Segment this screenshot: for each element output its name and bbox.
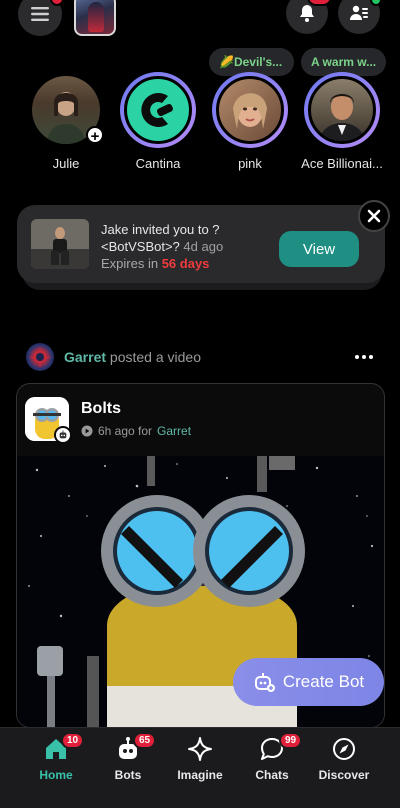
post-ago: 6h ago for — [98, 424, 153, 438]
more-options-icon[interactable] — [352, 347, 376, 367]
invite-bot-name: <BotVSBot>? — [101, 239, 180, 254]
story-preview-tip-1-text: Devil's... — [233, 55, 283, 69]
create-bot-label: Create Bot — [282, 672, 365, 691]
story-ace-billionaire[interactable]: Ace Billionai... — [301, 72, 383, 171]
bot-badge-icon — [54, 426, 72, 444]
menu-icon — [31, 7, 49, 21]
sparkle-icon — [188, 737, 212, 761]
recent-bot-thumbnail[interactable] — [74, 0, 116, 36]
nav-chats-label: Chats — [255, 768, 289, 782]
post-caption: Garret posted a video — [64, 349, 201, 365]
post-header: Garret posted a video — [26, 341, 376, 371]
invite-card[interactable]: Jake invited you to ? <BotVSBot>? 4d ago… — [17, 205, 385, 283]
invite-ago: 4d ago — [183, 239, 224, 254]
story-ring — [120, 72, 196, 148]
menu-button[interactable] — [18, 0, 64, 36]
story-ring — [212, 72, 288, 148]
nav-bots[interactable]: 65 Bots — [93, 732, 163, 782]
expires-value: 56 days — [161, 256, 210, 271]
invite-line-1: Jake invited you to ? — [101, 222, 220, 237]
nav-home[interactable]: 10 Home — [21, 732, 91, 782]
robot-plus-icon — [254, 673, 275, 692]
post-action: posted a video — [109, 349, 201, 365]
author-avatar[interactable] — [26, 343, 54, 371]
corn-emoji: 🌽 — [219, 55, 234, 69]
story-julie[interactable]: + Julie — [25, 72, 107, 171]
close-icon — [367, 209, 381, 223]
bottom-navigation: 10 Home 65 Bots Imagine 99 Chats Discove… — [0, 727, 400, 808]
cantina-logo — [124, 76, 192, 144]
story-ring: + — [28, 72, 104, 148]
story-ring — [304, 72, 380, 148]
contacts-button[interactable] — [338, 0, 382, 34]
invite-line-2: <BotVSBot>? 4d ago — [101, 238, 223, 255]
story-name: Cantina — [135, 156, 181, 171]
contacts-icon — [350, 5, 368, 20]
play-circle-icon — [81, 425, 93, 437]
post-for-user-link[interactable]: Garret — [157, 424, 191, 438]
close-invite-button[interactable] — [358, 200, 390, 232]
invite-line-3: Expires in 56 days — [101, 255, 223, 272]
nav-discover-label: Discover — [318, 768, 370, 782]
bell-icon — [300, 5, 314, 22]
invite-thumbnail — [31, 219, 89, 269]
expires-label: Expires in — [101, 256, 159, 271]
story-name: Julie — [52, 156, 80, 171]
nav-chats[interactable]: 99 Chats — [237, 732, 307, 782]
create-bot-button[interactable]: Create Bot — [233, 658, 384, 706]
avatar — [216, 76, 284, 144]
chats-badge: 99 — [279, 732, 303, 749]
online-status-dot — [370, 0, 382, 6]
nav-imagine-label: Imagine — [177, 768, 223, 782]
nav-bots-label: Bots — [114, 768, 142, 782]
view-button[interactable]: View — [279, 231, 359, 267]
nav-imagine[interactable]: Imagine — [165, 736, 235, 782]
nav-discover[interactable]: Discover — [309, 736, 379, 782]
compass-icon — [333, 738, 355, 760]
bot-name[interactable]: Bolts — [81, 400, 121, 418]
invite-text: Jake invited you to ? <BotVSBot>? 4d ago… — [101, 221, 223, 272]
post-meta: 6h ago for Garret — [81, 424, 191, 438]
nav-home-label: Home — [39, 768, 73, 782]
add-story-plus-icon[interactable]: + — [86, 126, 104, 145]
top-bar: 99 — [0, 0, 400, 48]
story-preview-tip-2-text: A warm w... — [311, 55, 377, 69]
story-cantina[interactable]: Cantina — [117, 72, 199, 171]
notifications-button[interactable]: 99 — [286, 0, 332, 34]
home-badge: 10 — [61, 732, 85, 749]
bots-badge: 65 — [133, 732, 157, 749]
post-author-link[interactable]: Garret — [64, 349, 106, 365]
story-name: Ace Billionai... — [301, 156, 383, 171]
menu-badge-dot — [50, 0, 64, 6]
story-pink[interactable]: pink — [209, 72, 291, 171]
avatar — [308, 76, 376, 144]
story-name: pink — [238, 156, 262, 171]
